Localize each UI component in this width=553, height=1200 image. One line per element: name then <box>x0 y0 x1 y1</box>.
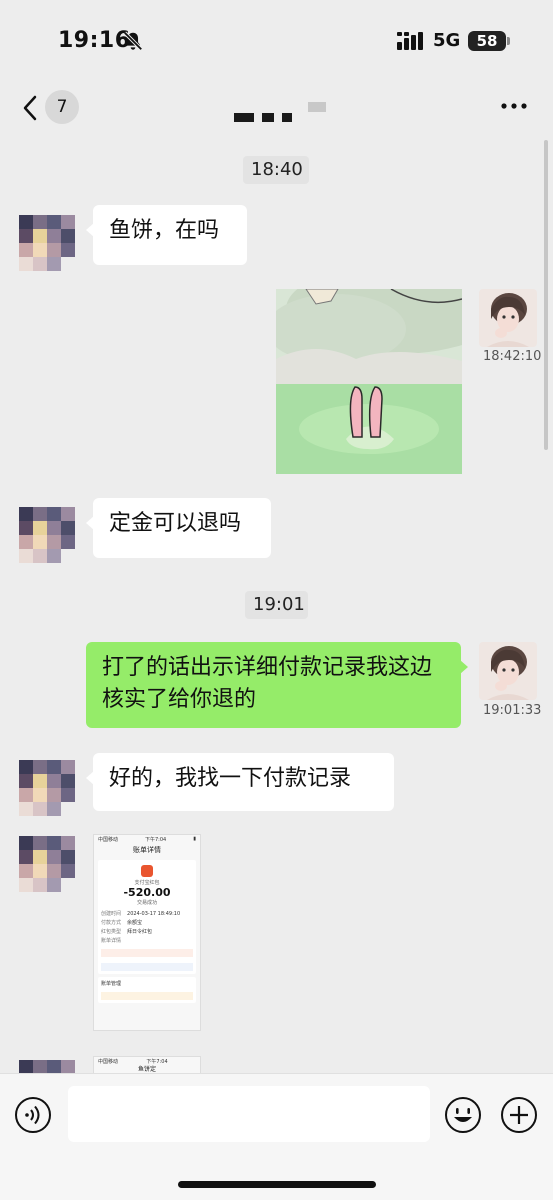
incoming-message[interactable]: 好的，我找一下付款记录 <box>86 753 394 811</box>
contact-avatar[interactable] <box>19 836 75 892</box>
shot-row: 创建时间 2024-03-17 18:49:10 <box>101 911 181 917</box>
shot-clock: 下午7:04 <box>145 837 167 843</box>
shot-section-title: 账单管理 <box>101 981 122 987</box>
outgoing-message[interactable]: 打了的话出示详细付款记录我这边核实了给你退的 <box>86 642 468 728</box>
shot-row: 账单详情 <box>101 938 122 944</box>
shot-row: 红包类型 拜日令红包 <box>101 929 153 935</box>
plus-icon[interactable] <box>500 1096 538 1134</box>
incoming-message[interactable]: 定金可以退吗 <box>86 498 271 558</box>
bell-slash-icon <box>123 31 143 51</box>
message-input[interactable] <box>68 1086 430 1142</box>
network-type: 5G <box>433 30 461 51</box>
shot-clock: 下午7:04 <box>146 1059 168 1065</box>
scrollbar[interactable] <box>544 140 548 450</box>
payment-screenshot[interactable]: 中国移动 下午7:04 鱼饼定 <box>93 1056 201 1073</box>
shot-row: 付款方式 余额宝 <box>101 920 143 926</box>
shot-manage-card: 账单管理 <box>98 977 196 1003</box>
shot-payee: 支付宝红包 <box>134 880 160 886</box>
emoji-icon[interactable] <box>444 1096 482 1134</box>
chat-timestamp: 18:40 <box>243 156 309 184</box>
contact-avatar[interactable] <box>19 215 75 271</box>
shot-status: 交易成功 <box>136 900 157 906</box>
shot-amount: -520.00 <box>123 886 171 899</box>
sticker-image[interactable] <box>276 289 462 474</box>
more-dots-icon[interactable] <box>500 96 528 116</box>
contact-avatar[interactable] <box>19 507 75 563</box>
voice-icon[interactable] <box>14 1096 52 1134</box>
shot-carrier: 中国移动 <box>98 837 119 843</box>
shot-title: 账单详情 <box>133 846 161 854</box>
message-time: 19:01:33 <box>483 703 542 718</box>
unread-count-badge[interactable]: 7 <box>45 90 79 124</box>
message-time: 18:42:10 <box>483 349 542 364</box>
incoming-message[interactable]: 鱼饼，在吗 <box>86 205 247 265</box>
payment-screenshot[interactable]: 中国移动 下午7:04 ▮ 账单详情 支付宝红包 -520.00 交易成功 创建… <box>93 834 201 1031</box>
contact-avatar[interactable] <box>19 760 75 816</box>
battery-level: 58 <box>468 31 506 51</box>
input-bar <box>0 1073 553 1200</box>
shot-title: 鱼饼定 <box>137 1066 156 1073</box>
contact-avatar[interactable] <box>19 1060 75 1073</box>
my-avatar[interactable] <box>479 289 537 347</box>
my-avatar[interactable] <box>479 642 537 700</box>
status-bar: 19:16 5G 58 <box>0 0 553 80</box>
chat-header: 7 <box>0 80 553 136</box>
home-indicator <box>178 1181 376 1188</box>
shot-carrier: 中国移动 <box>98 1059 119 1065</box>
shot-status-bar: 中国移动 下午7:04 <box>94 1057 200 1065</box>
red-packet-icon <box>141 865 153 877</box>
status-time: 19:16 <box>58 28 131 53</box>
shot-bill-card: 支付宝红包 -520.00 交易成功 创建时间 2024-03-17 18:49:… <box>98 860 196 974</box>
chat-timestamp: 19:01 <box>245 591 308 619</box>
chevron-left-icon[interactable] <box>20 94 40 122</box>
battery-tip <box>507 37 510 45</box>
shot-status-bar: 中国移动 下午7:04 ▮ <box>94 835 200 845</box>
chat-title-redacted <box>232 102 326 126</box>
shot-battery: ▮ <box>193 836 196 842</box>
signal-icon <box>397 32 423 50</box>
